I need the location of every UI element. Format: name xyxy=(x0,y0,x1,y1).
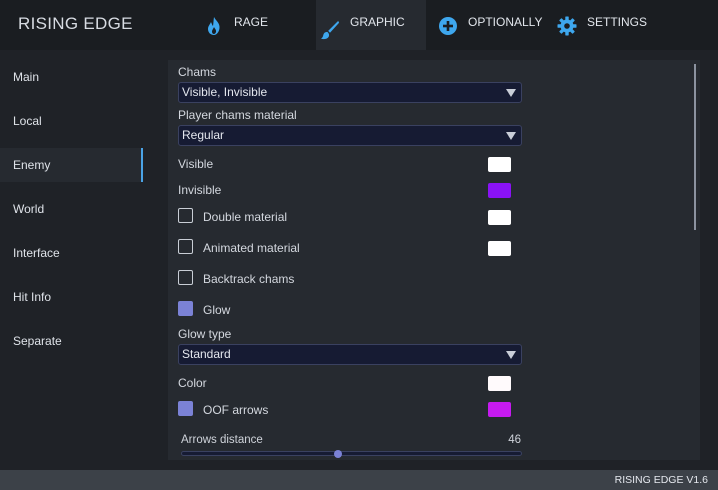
invisible-color-swatch[interactable] xyxy=(488,183,511,198)
glow-color-swatch[interactable] xyxy=(488,376,511,391)
chams-select-value: Visible, Invisible xyxy=(182,85,268,99)
animated-material-checkbox[interactable] xyxy=(178,239,193,254)
arrows-distance-slider[interactable] xyxy=(181,449,522,458)
sidebar-item-hit-info[interactable]: Hit Info xyxy=(0,280,143,314)
sidebar-item-interface[interactable]: Interface xyxy=(0,236,143,270)
visible-label: Visible xyxy=(178,157,214,171)
flame-icon xyxy=(204,16,224,36)
oof-arrows-label: OOF arrows xyxy=(203,403,269,417)
version-label: RISING EDGE V1.6 xyxy=(614,474,708,486)
arrows-distance-label: Arrows distance xyxy=(181,434,263,446)
tab-rage[interactable]: RAGE xyxy=(190,0,316,50)
player-chams-material-value: Regular xyxy=(182,128,225,142)
brush-icon xyxy=(320,19,340,40)
invisible-label: Invisible xyxy=(178,183,222,197)
tab-graphic-label: GRAPHIC xyxy=(350,15,405,29)
settings-panel: Chams Visible, Invisible Player chams ma… xyxy=(168,60,700,460)
glow-label: Glow xyxy=(203,303,231,317)
top-bar: RISING EDGE RAGE GRAPHIC OPTIONALLY SETT… xyxy=(0,0,718,50)
glow-checkbox[interactable] xyxy=(178,301,193,316)
sidebar-item-local[interactable]: Local xyxy=(0,104,143,138)
glow-color-label: Color xyxy=(178,376,207,390)
glow-type-value: Standard xyxy=(182,347,231,361)
chevron-down-icon xyxy=(506,89,516,97)
gear-icon xyxy=(557,16,577,36)
sidebar: Main Local Enemy World Interface Hit Inf… xyxy=(0,50,160,470)
tab-graphic[interactable]: GRAPHIC xyxy=(316,0,426,50)
tab-optionally-label: OPTIONALLY xyxy=(468,15,543,29)
chevron-down-icon xyxy=(506,132,516,140)
slider-handle[interactable] xyxy=(333,449,342,458)
backtrack-chams-checkbox[interactable] xyxy=(178,270,193,285)
double-material-checkbox[interactable] xyxy=(178,208,193,223)
scrollbar[interactable] xyxy=(694,64,696,230)
double-material-label: Double material xyxy=(203,210,288,224)
arrows-distance-value: 46 xyxy=(508,434,521,446)
sidebar-item-separate[interactable]: Separate xyxy=(0,324,143,358)
oof-arrows-checkbox[interactable] xyxy=(178,401,193,416)
double-material-color-swatch[interactable] xyxy=(488,210,511,225)
tab-optionally[interactable]: OPTIONALLY xyxy=(438,0,548,50)
glow-type-label: Glow type xyxy=(178,327,232,341)
backtrack-chams-label: Backtrack chams xyxy=(203,272,295,286)
chams-select[interactable]: Visible, Invisible xyxy=(178,82,522,103)
animated-material-color-swatch[interactable] xyxy=(488,241,511,256)
visible-color-swatch[interactable] xyxy=(488,157,511,172)
tab-settings[interactable]: SETTINGS xyxy=(557,0,667,50)
animated-material-label: Animated material xyxy=(203,241,300,255)
app-title: RISING EDGE xyxy=(18,14,133,33)
plus-circle-icon xyxy=(438,16,458,36)
player-chams-material-label: Player chams material xyxy=(178,108,297,122)
glow-type-select[interactable]: Standard xyxy=(178,344,522,365)
tab-settings-label: SETTINGS xyxy=(587,15,648,29)
oof-arrows-color-swatch[interactable] xyxy=(488,402,511,417)
status-bar: RISING EDGE V1.6 xyxy=(0,470,718,490)
player-chams-material-select[interactable]: Regular xyxy=(178,125,522,146)
chams-label: Chams xyxy=(178,65,217,79)
sidebar-item-main[interactable]: Main xyxy=(0,60,143,94)
tab-rage-label: RAGE xyxy=(234,15,269,29)
chevron-down-icon xyxy=(506,351,516,359)
sidebar-item-world[interactable]: World xyxy=(0,192,143,226)
sidebar-item-enemy[interactable]: Enemy xyxy=(0,148,143,182)
